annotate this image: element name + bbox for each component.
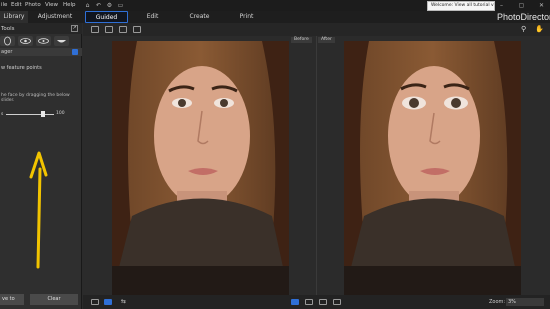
- tools-panel: Tools ↗ ager w feature points he face by…: [0, 23, 82, 309]
- clear-button[interactable]: Clear: [30, 294, 78, 305]
- slider-handle[interactable]: [41, 111, 45, 117]
- close-icon[interactable]: ✕: [538, 2, 545, 9]
- search-icon[interactable]: ⚲: [521, 26, 529, 33]
- single-view-icon[interactable]: [91, 299, 99, 305]
- compare-divider: [316, 36, 317, 295]
- single-view-icon[interactable]: [105, 26, 113, 33]
- after-photo[interactable]: [344, 41, 521, 295]
- view-toolbar: ⚲ ✋: [83, 23, 550, 36]
- maximize-icon[interactable]: ▢: [518, 2, 525, 9]
- section-label: ager: [1, 49, 13, 55]
- hand-pan-icon[interactable]: ✋: [535, 26, 544, 33]
- menu-edit[interactable]: Edit: [11, 2, 22, 8]
- zoom-select[interactable]: 3%: [506, 298, 544, 306]
- face-outline-icon: [4, 36, 11, 46]
- menu-help[interactable]: Help: [63, 2, 76, 8]
- brand-logo: PhotoDirector: [497, 12, 550, 22]
- home-icon[interactable]: ⌂: [84, 2, 91, 9]
- menu-photo[interactable]: Photo: [25, 2, 41, 8]
- undo-icon[interactable]: ↶: [95, 2, 102, 9]
- tab-print[interactable]: Print: [224, 11, 269, 23]
- show-feature-points-label[interactable]: w feature points: [1, 65, 42, 71]
- image-view-icon[interactable]: [91, 26, 99, 33]
- eye-icon: [20, 38, 31, 44]
- eye-tool-button[interactable]: [18, 36, 33, 46]
- before-label: Before: [291, 37, 312, 43]
- swap-icon[interactable]: ⇆: [121, 299, 129, 305]
- slider-label: s: [1, 112, 4, 117]
- menu-view[interactable]: View: [45, 2, 58, 8]
- instruction-text: he face by dragging the below slider.: [1, 93, 70, 103]
- fit-icon[interactable]: [333, 299, 341, 305]
- after-label: After: [318, 37, 335, 43]
- grid-view-icon[interactable]: [119, 26, 127, 33]
- section-info-icon[interactable]: [72, 49, 78, 55]
- mouth-tool-button[interactable]: [54, 36, 69, 46]
- section-header[interactable]: ager: [0, 48, 82, 56]
- face-tool-row: [0, 35, 82, 47]
- side-by-side-icon[interactable]: [104, 299, 112, 305]
- tab-adjustment[interactable]: Adjustment: [28, 11, 82, 23]
- apply-button[interactable]: ve to: [0, 294, 24, 305]
- zoom-label: Zoom:: [489, 299, 506, 305]
- eye-tool-button-2[interactable]: [36, 36, 51, 46]
- panel-title: Tools: [1, 26, 15, 32]
- menu-file[interactable]: ile: [1, 2, 7, 8]
- tab-guided[interactable]: Guided: [85, 11, 128, 23]
- bottom-toolbar: ⇆ Zoom: 3%: [83, 295, 550, 309]
- compare-view-icon[interactable]: [133, 26, 141, 33]
- tab-create[interactable]: Create: [177, 11, 222, 23]
- slider-value: 100: [56, 111, 65, 116]
- minimize-icon[interactable]: –: [498, 2, 505, 9]
- compare-icon[interactable]: [319, 299, 327, 305]
- window-icon[interactable]: ▭: [117, 2, 124, 9]
- menu-bar: ile Edit Photo View Help ⌂ ↶ ⚙ ▭ Welcome…: [0, 0, 550, 11]
- annotation-arrow-icon: [29, 151, 48, 269]
- tab-library[interactable]: Library: [0, 11, 28, 23]
- portrait-image-after: [344, 41, 521, 295]
- slider-track[interactable]: [6, 114, 54, 115]
- sound-icon[interactable]: [291, 299, 299, 305]
- contrast-icon[interactable]: [305, 299, 313, 305]
- portrait-image-before: [112, 41, 289, 295]
- mouth-icon: [57, 40, 66, 43]
- tutorial-tooltip[interactable]: Welcome: View all tutorial videos here!: [427, 1, 495, 11]
- gear-icon[interactable]: ⚙: [106, 2, 113, 9]
- before-photo[interactable]: [112, 41, 289, 295]
- panel-header: Tools ↗: [0, 23, 82, 34]
- eye-icon: [38, 38, 49, 44]
- tab-edit[interactable]: Edit: [130, 11, 175, 23]
- face-tool-button[interactable]: [0, 36, 15, 46]
- panel-popout-icon[interactable]: ↗: [71, 25, 78, 32]
- mode-tab-row: Library Adjustment Guided Edit Create Pr…: [0, 11, 550, 23]
